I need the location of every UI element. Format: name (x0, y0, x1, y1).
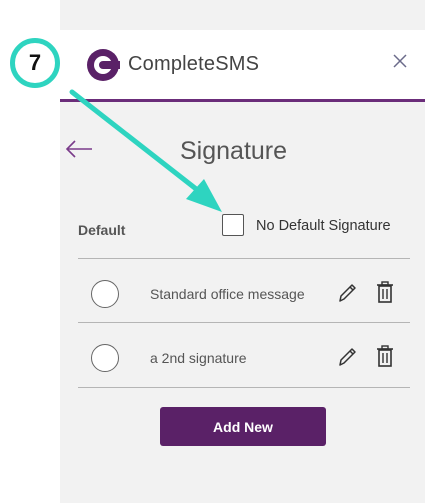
divider (78, 322, 410, 323)
close-icon[interactable] (389, 50, 411, 72)
signature-name: Standard office message (150, 286, 305, 302)
back-arrow-icon[interactable] (64, 134, 94, 164)
trash-icon[interactable] (374, 344, 396, 368)
completesms-logo-icon (87, 49, 120, 81)
page-title: Signature (180, 137, 288, 165)
trash-icon[interactable] (374, 280, 396, 304)
signature-default-radio[interactable] (91, 280, 119, 308)
app-header: CompleteSMS (60, 30, 425, 102)
step-number-badge: 7 (10, 38, 60, 88)
signature-default-radio[interactable] (91, 344, 119, 372)
app-name: CompleteSMS (128, 53, 260, 75)
pencil-icon[interactable] (336, 281, 358, 305)
default-column-label: Default (78, 222, 126, 238)
no-default-signature-label: No Default Signature (256, 218, 391, 234)
add-new-button[interactable]: Add New (160, 407, 326, 446)
pencil-icon[interactable] (336, 345, 358, 369)
no-default-signature-checkbox[interactable] (222, 214, 244, 236)
signature-name: a 2nd signature (150, 350, 247, 366)
divider (78, 258, 410, 259)
divider (78, 387, 410, 388)
